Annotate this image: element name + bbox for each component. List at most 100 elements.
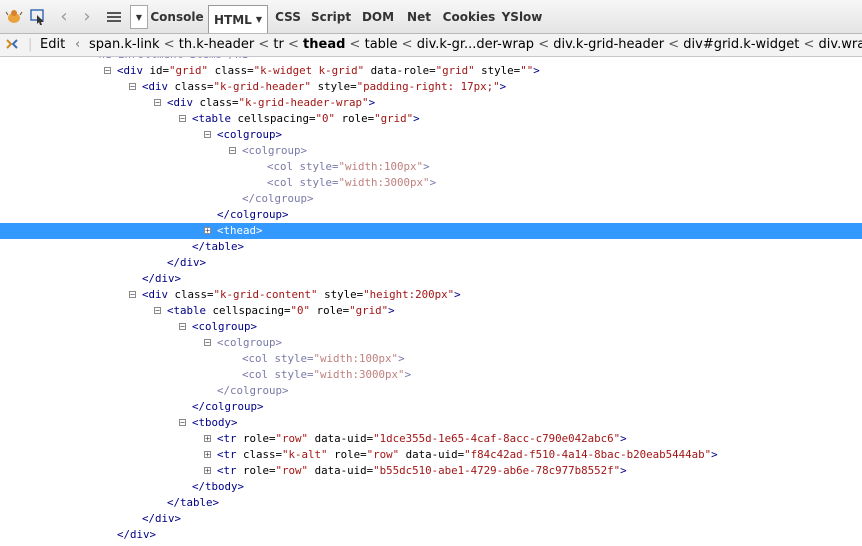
tree-row[interactable]: <col style="width:100px"> (0, 159, 862, 175)
collapse-toggle-icon[interactable]: − (129, 291, 136, 299)
crumb-item[interactable]: tr (273, 37, 283, 52)
collapse-toggle-icon[interactable]: − (154, 99, 161, 107)
menu-lines-icon[interactable] (103, 0, 125, 33)
node-markup: </tbody> (192, 480, 245, 493)
tree-row[interactable]: − <div class="k-grid-content" style="heig… (0, 287, 862, 303)
tab-yslow[interactable]: YSlow (500, 0, 544, 33)
tree-row[interactable]: </tbody> (0, 479, 862, 495)
crumb-item[interactable]: div.k-grid-header (553, 37, 664, 52)
edit-button[interactable]: Edit (40, 37, 65, 52)
crumb-item[interactable]: table (365, 37, 398, 52)
back-arrow-icon[interactable]: ‹ (54, 0, 74, 33)
node-markup: <tr role="row" data-uid="b55dc510-abe1-4… (217, 464, 627, 477)
node-markup: <colgroup> (217, 336, 283, 349)
node-markup: </colgroup> (242, 192, 314, 205)
element-path-icon[interactable] (5, 37, 19, 55)
expand-toggle-icon[interactable]: + (204, 227, 211, 235)
node-markup: <col style="width:100px"> (242, 352, 405, 365)
tab-html-label: HTML (214, 12, 252, 27)
crumb-item[interactable]: div.k-gr...der-wrap (417, 37, 534, 52)
tree-row[interactable]: </table> (0, 239, 862, 255)
selected-node-row[interactable]: + <thead> (0, 223, 862, 239)
html-tree-panel: <h1>Enrollment Items</h1>−<div id="grid"… (0, 57, 862, 546)
tree-row[interactable]: − <colgroup> (0, 143, 862, 159)
node-markup: </div> (142, 512, 182, 525)
tree-row[interactable]: </table> (0, 495, 862, 511)
node-markup: <thead> (217, 223, 263, 239)
tab-css[interactable]: CSS (272, 0, 304, 33)
crumb-item[interactable]: thead (303, 37, 345, 52)
node-markup: <div class="k-grid-header" style="paddin… (142, 80, 507, 93)
tree-row[interactable]: </div> (0, 271, 862, 287)
tree-row[interactable]: − <table cellspacing="0" role="grid"> (0, 111, 862, 127)
crumb-separator: < (664, 37, 684, 52)
tab-script[interactable]: Script (310, 0, 352, 33)
tree-row[interactable]: − <colgroup> (0, 335, 862, 351)
tree-row[interactable]: − <tbody> (0, 415, 862, 431)
collapse-toggle-icon[interactable]: − (154, 307, 161, 315)
firebug-logo-icon[interactable] (4, 0, 24, 33)
firebug-toolbar: ‹ › ▼ Console HTML ▼ CSS Script DOM Net … (0, 0, 862, 34)
tree-row[interactable]: + <tr class="k-alt" role="row" data-uid="… (0, 447, 862, 463)
crumb-scroll-left-icon[interactable]: ‹ (75, 37, 80, 52)
node-markup: <tr class="k-alt" role="row" data-uid="f… (217, 448, 718, 461)
tree-row[interactable]: </colgroup> (0, 383, 862, 399)
node-markup: <tr role="row" data-uid="1dce355d-1e65-4… (217, 432, 627, 445)
collapse-toggle-icon[interactable]: − (179, 323, 186, 331)
crumb-separator: < (254, 37, 274, 52)
expand-toggle-icon[interactable]: + (204, 467, 211, 475)
tree-row[interactable]: </colgroup> (0, 399, 862, 415)
crumb-item[interactable]: th.k-header (179, 37, 255, 52)
collapse-toggle-icon[interactable]: − (229, 147, 236, 155)
node-markup: </colgroup> (217, 208, 289, 221)
crumb-separator: < (799, 37, 819, 52)
tree-row[interactable]: + <tr role="row" data-uid="b55dc510-abe1-… (0, 463, 862, 479)
crumb-item[interactable]: div#grid.k-widget (683, 37, 799, 52)
tree-row[interactable]: </div> (0, 527, 862, 543)
node-markup: <div class="k-grid-header-wrap"> (167, 96, 376, 109)
node-markup: </colgroup> (192, 400, 264, 413)
tree-row[interactable]: − <div id="grid" class="k-widget k-grid" … (0, 63, 862, 79)
node-markup: </div> (167, 256, 207, 269)
tree-row[interactable]: </colgroup> (0, 191, 862, 207)
expand-toggle-icon[interactable]: + (204, 451, 211, 459)
tree-row[interactable]: − <colgroup> (0, 319, 862, 335)
node-markup: </colgroup> (217, 384, 289, 397)
tab-cookies[interactable]: Cookies (441, 0, 497, 33)
collapse-toggle-icon[interactable]: − (204, 339, 211, 347)
tab-html-dropdown-icon[interactable]: ▼ (256, 15, 262, 24)
tab-dom[interactable]: DOM (359, 0, 397, 33)
tree-row[interactable]: <col style="width:100px"> (0, 351, 862, 367)
expand-toggle-icon[interactable]: + (204, 435, 211, 443)
tab-html[interactable]: HTML ▼ (208, 5, 268, 33)
node-markup: <col style="width:100px"> (267, 160, 430, 173)
collapse-toggle-icon[interactable]: − (179, 115, 186, 123)
collapse-toggle-icon[interactable]: − (129, 83, 136, 91)
collapse-toggle-icon[interactable]: − (179, 419, 186, 427)
tree-row[interactable]: </div> (0, 511, 862, 527)
forward-arrow-icon[interactable]: › (77, 0, 97, 33)
crumb-item[interactable]: span.k-link (89, 37, 160, 52)
collapse-toggle-icon[interactable]: − (204, 131, 211, 139)
breadcrumb: | Edit ‹ span.k-link < th.k-header < tr … (0, 34, 862, 57)
tab-console[interactable]: Console (150, 0, 204, 33)
collapse-toggle-icon[interactable]: − (104, 67, 111, 75)
tree-row[interactable]: </colgroup> (0, 207, 862, 223)
crumb-item[interactable]: div.wrapper (819, 37, 862, 52)
tree-row[interactable]: </div> (0, 255, 862, 271)
tree-row[interactable]: + <tr role="row" data-uid="1dce355d-1e65-… (0, 431, 862, 447)
tree-row[interactable]: <col style="width:3000px"> (0, 367, 862, 383)
tab-net[interactable]: Net (402, 0, 436, 33)
node-markup: <tbody> (192, 416, 238, 429)
tree-row[interactable]: − <table cellspacing="0" role="grid"> (0, 303, 862, 319)
tree-row[interactable]: − <div class="k-grid-header" style="paddi… (0, 79, 862, 95)
node-markup: </div> (142, 272, 182, 285)
panel-dropdown-icon[interactable]: ▼ (130, 5, 148, 29)
tree-row[interactable]: − <div class="k-grid-header-wrap"> (0, 95, 862, 111)
crumb-separator: < (283, 37, 304, 52)
tree-row[interactable]: − <colgroup> (0, 127, 862, 143)
inspect-element-icon[interactable] (28, 0, 48, 33)
tree-row[interactable]: <col style="width:3000px"> (0, 175, 862, 191)
crumb-separator: < (159, 37, 179, 52)
crumb-separator: < (397, 37, 417, 52)
